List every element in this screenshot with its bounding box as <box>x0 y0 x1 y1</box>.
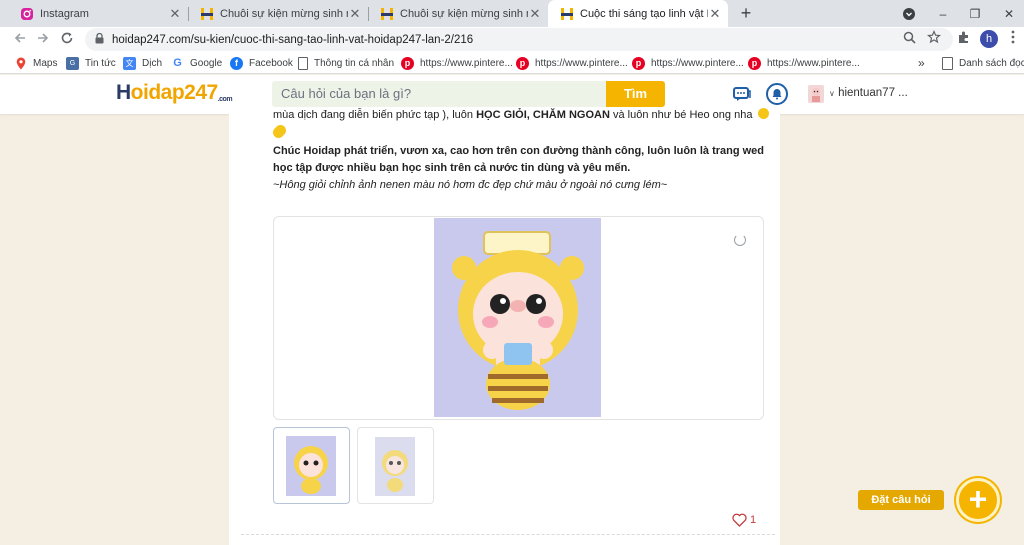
reading-list-button[interactable]: Danh sách đọc <box>942 55 1024 71</box>
close-tab-icon[interactable]: ✕ <box>168 6 182 22</box>
chat-icon[interactable] <box>731 83 753 105</box>
search-input[interactable]: Câu hỏi của bạn là gì? <box>272 81 606 107</box>
close-window-button[interactable]: ✕ <box>994 0 1024 27</box>
pinterest-icon: p <box>748 56 761 70</box>
site-logo[interactable]: Hoidap247.com <box>116 81 233 105</box>
mascot-image[interactable] <box>434 218 601 417</box>
google-icon: G <box>173 57 182 69</box>
bookmark-tin-tuc[interactable]: G Tin tức <box>66 55 116 71</box>
heart-icon[interactable] <box>732 513 747 532</box>
bookmark-label: https://www.pintere... <box>651 57 744 69</box>
close-tab-icon[interactable]: ✕ <box>348 6 362 22</box>
url-text: hoidap247.com/su-kien/cuoc-thi-sang-tao-… <box>112 33 474 46</box>
smile-emoji-icon <box>273 127 284 138</box>
tab-title: Instagram <box>40 7 89 20</box>
ask-question-button[interactable]: Đặt câu hỏi <box>858 490 944 510</box>
lock-icon <box>95 32 104 47</box>
reading-list-icon <box>942 56 953 70</box>
tab-instagram[interactable]: Instagram ✕ <box>8 0 188 27</box>
back-button[interactable] <box>10 30 30 50</box>
address-bar[interactable]: hoidap247.com/su-kien/cuoc-thi-sang-tao-… <box>85 28 953 51</box>
page-icon <box>298 56 308 70</box>
tab-sinh-nhat-2[interactable]: Chuỗi sự kiện mừng sinh nhật 2 ✕ <box>368 0 548 27</box>
post-body-line-3: học tập được nhiều bạn học sinh trên cả … <box>273 162 631 174</box>
bookmark-label: Tin tức <box>85 57 116 69</box>
bookmark-dich[interactable]: 文 Dịch <box>123 55 162 71</box>
new-tab-button[interactable]: + <box>736 3 756 23</box>
bookmark-pinterest-4[interactable]: p https://www.pintere... <box>748 55 860 71</box>
tab-title: Chuỗi sự kiện mừng sinh nhật 2 <box>400 7 528 20</box>
thumbnail-2-image <box>375 437 415 501</box>
smile-emoji-icon <box>757 108 769 119</box>
hoidap-favicon-icon <box>200 7 214 21</box>
bookmark-label: Google <box>190 57 223 69</box>
instagram-icon <box>20 7 34 21</box>
bookmark-label: https://www.pintere... <box>420 57 513 69</box>
bookmarks-overflow-button[interactable]: » <box>918 55 925 71</box>
hoidap-favicon-icon <box>560 7 574 21</box>
close-tab-icon[interactable]: ✕ <box>528 6 542 22</box>
bookmark-facebook[interactable]: f Facebook <box>230 55 293 71</box>
notification-bell-icon[interactable] <box>766 83 788 105</box>
tab-title: Chuỗi sự kiện mừng sinh nhật 2 <box>220 7 348 20</box>
tab-title: Cuộc thi sáng tạo linh vật Hoidap <box>580 7 708 20</box>
bookmark-pinterest-3[interactable]: p https://www.pintere... <box>632 55 744 71</box>
forward-button[interactable] <box>33 30 53 50</box>
bookmark-maps[interactable]: Maps <box>14 55 57 71</box>
bookmark-pinterest-2[interactable]: p https://www.pintere... <box>516 55 628 71</box>
tab-cuoc-thi[interactable]: Cuộc thi sáng tạo linh vật Hoidap ✕ <box>548 0 728 27</box>
reload-button[interactable] <box>57 30 77 50</box>
bookmark-google[interactable]: G Google <box>171 55 222 71</box>
bookmarks-bar: Maps G Tin tức 文 Dịch G Google f Faceboo… <box>0 52 1024 74</box>
bookmark-thong-tin[interactable]: Thông tin cá nhân <box>298 55 394 71</box>
bookmark-label: Facebook <box>249 57 293 69</box>
post-body-line-4: ~Hông giỏi chỉnh ảnh nenen màu nó hơm đc… <box>273 179 668 191</box>
bookmark-label: https://www.pintere... <box>535 57 628 69</box>
menu-kebab-icon[interactable] <box>1003 30 1023 50</box>
rotate-icon[interactable] <box>734 234 746 246</box>
pinterest-icon: p <box>632 56 645 70</box>
tab-search-icon[interactable] <box>894 0 924 27</box>
restore-button[interactable]: ❐ <box>960 0 990 27</box>
news-icon: G <box>66 56 79 70</box>
bookmark-pinterest-1[interactable]: p https://www.pintere... <box>401 55 513 71</box>
pinterest-icon: p <box>401 56 414 70</box>
close-tab-icon[interactable]: ✕ <box>708 6 722 22</box>
username-text: hientuan77 ... <box>838 87 908 99</box>
bookmark-label: Maps <box>33 57 58 69</box>
chevron-down-icon: ∨ <box>829 89 835 98</box>
hoidap-favicon-icon <box>380 7 394 21</box>
back-arrow-icon <box>14 33 25 43</box>
profile-avatar[interactable]: h <box>980 30 998 48</box>
bookmark-label: https://www.pintere... <box>767 57 860 69</box>
like-count: 1 <box>750 514 757 526</box>
plus-icon[interactable]: + <box>956 478 1000 522</box>
reload-icon <box>61 32 73 44</box>
bookmark-star-icon[interactable] <box>924 29 944 50</box>
bookmark-label: Thông tin cá nhân <box>314 57 395 69</box>
tab-sinh-nhat-1[interactable]: Chuỗi sự kiện mừng sinh nhật 2 ✕ <box>188 0 368 27</box>
divider <box>241 534 775 535</box>
post-emoji-line <box>273 126 773 143</box>
post-body-line-2: Chúc Hoidap phát triển, vươn xa, cao hơn… <box>273 145 765 157</box>
reading-list-label: Danh sách đọc <box>959 57 1024 69</box>
user-avatar[interactable] <box>808 85 824 103</box>
search-button[interactable]: Tìm <box>606 81 665 107</box>
emphasis-text: HỌC GIỎI, CHĂM NGOAN <box>476 109 610 121</box>
username-dropdown[interactable]: ∨ hientuan77 ... <box>829 87 908 99</box>
tab-strip: Instagram ✕ Chuỗi sự kiện mừng sinh nhật… <box>0 0 1024 27</box>
thumbnail-1-image <box>286 436 336 501</box>
zoom-search-icon[interactable] <box>899 30 919 50</box>
translate-icon: 文 <box>123 56 136 70</box>
pinterest-icon: p <box>516 56 529 70</box>
browser-toolbar: hoidap247.com/su-kien/cuoc-thi-sang-tao-… <box>0 27 1024 52</box>
facebook-icon: f <box>230 56 243 70</box>
map-pin-icon <box>14 57 27 70</box>
minimize-button[interactable]: – <box>928 0 958 27</box>
forward-arrow-icon <box>38 33 49 43</box>
extensions-icon[interactable] <box>954 30 974 50</box>
bookmark-label: Dịch <box>142 57 163 69</box>
